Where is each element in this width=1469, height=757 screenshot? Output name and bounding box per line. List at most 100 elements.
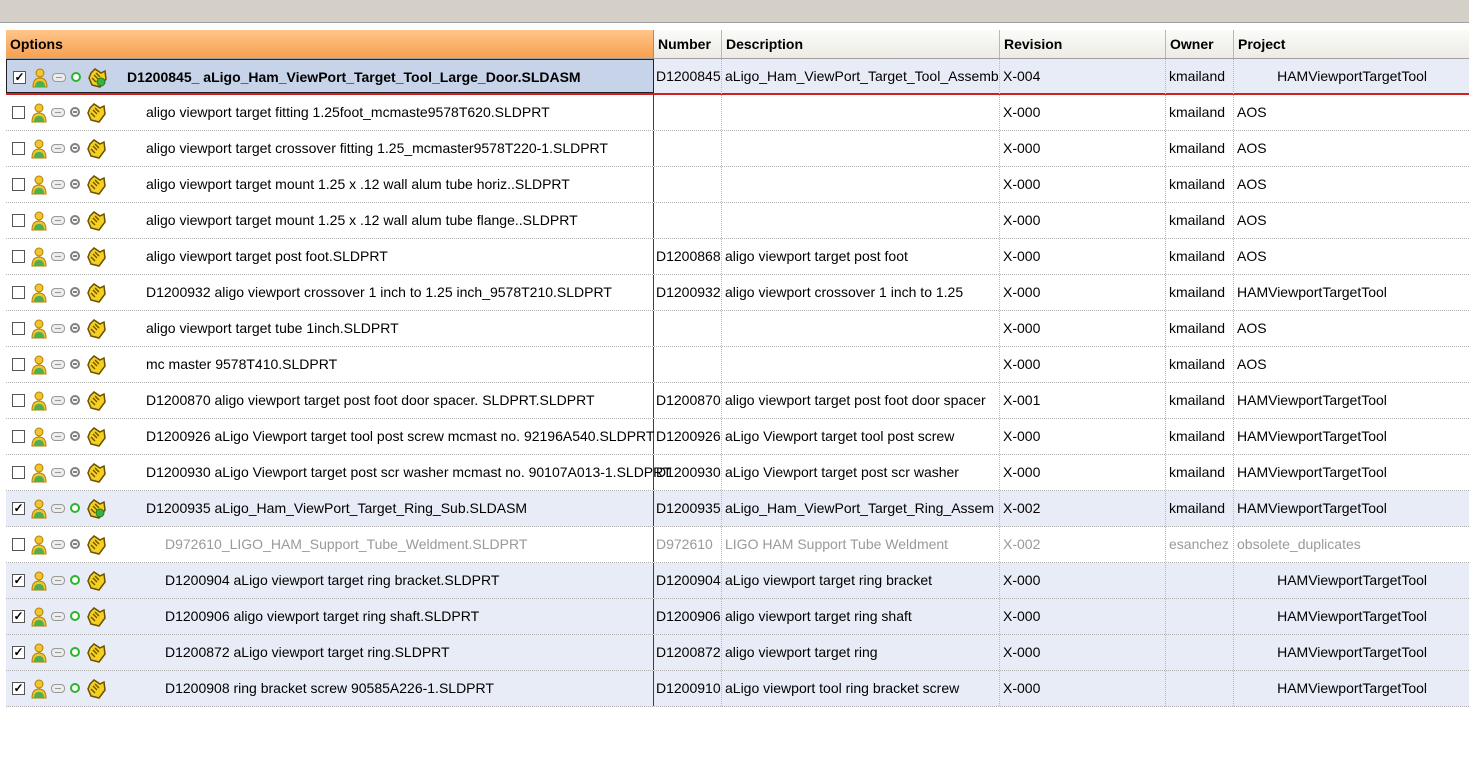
file-name[interactable]: D1200904 aLigo viewport target ring brac…: [165, 563, 499, 598]
table-row[interactable]: D972610_LIGO_HAM_Support_Tube_Weldment.S…: [6, 527, 1469, 563]
options-cell[interactable]: mc master 9578T410.SLDPRT: [6, 347, 654, 382]
comment-icon[interactable]: [51, 144, 65, 153]
row-checkbox[interactable]: [12, 178, 25, 191]
hand-icon: [85, 138, 107, 160]
options-cell[interactable]: aligo viewport target mount 1.25 x .12 w…: [6, 203, 654, 238]
table-row[interactable]: ✓ D1200935 aLigo_Ham_ViewPort_Target_Ring…: [6, 491, 1469, 527]
row-checkbox[interactable]: ✓: [13, 71, 26, 84]
table-row[interactable]: aligo viewport target crossover fitting …: [6, 131, 1469, 167]
file-name[interactable]: D1200926 aLigo Viewport target tool post…: [146, 419, 654, 454]
file-name[interactable]: D1200930 aLigo Viewport target post scr …: [146, 455, 672, 490]
table-row[interactable]: D1200930 aLigo Viewport target post scr …: [6, 455, 1469, 491]
file-name[interactable]: D1200935 aLigo_Ham_ViewPort_Target_Ring_…: [146, 491, 527, 526]
user-icon: [30, 139, 48, 159]
column-header-revision[interactable]: Revision: [1000, 30, 1166, 58]
comment-icon[interactable]: [51, 540, 65, 549]
table-row[interactable]: aligo viewport target fitting 1.25foot_m…: [6, 95, 1469, 131]
row-checkbox[interactable]: ✓: [12, 574, 25, 587]
row-checkbox[interactable]: [12, 538, 25, 551]
comment-icon[interactable]: [51, 396, 65, 405]
file-name[interactable]: aligo viewport target mount 1.25 x .12 w…: [146, 203, 578, 238]
table-row[interactable]: ✓ D1200904 aLigo viewport target ring bra…: [6, 563, 1469, 599]
table-row[interactable]: aligo viewport target mount 1.25 x .12 w…: [6, 167, 1469, 203]
row-checkbox[interactable]: [12, 322, 25, 335]
row-checkbox[interactable]: [12, 142, 25, 155]
file-name[interactable]: aligo viewport target post foot.SLDPRT: [146, 239, 388, 274]
table-row[interactable]: D1200932 aligo viewport crossover 1 inch…: [6, 275, 1469, 311]
options-cell[interactable]: ✓ D1200935 aLigo_Ham_ViewPort_Target_Ring…: [6, 491, 654, 526]
table-row[interactable]: aligo viewport target tube 1inch.SLDPRT X…: [6, 311, 1469, 347]
row-checkbox[interactable]: [12, 214, 25, 227]
row-checkbox[interactable]: ✓: [12, 646, 25, 659]
options-cell[interactable]: ✓ D1200872 aLigo viewport target ring.SLD…: [6, 635, 654, 670]
row-checkbox[interactable]: ✓: [12, 502, 25, 515]
options-cell[interactable]: D972610_LIGO_HAM_Support_Tube_Weldment.S…: [6, 527, 654, 562]
table-row[interactable]: D1200870 aligo viewport target post foot…: [6, 383, 1469, 419]
file-name[interactable]: D1200845_ aLigo_Ham_ViewPort_Target_Tool…: [127, 60, 581, 95]
column-header-description[interactable]: Description: [722, 30, 1000, 58]
comment-icon[interactable]: [51, 432, 65, 441]
description-cell: aligo viewport target ring: [722, 635, 1000, 670]
row-checkbox[interactable]: [12, 250, 25, 263]
table-row[interactable]: aligo viewport target post foot.SLDPRT D1…: [6, 239, 1469, 275]
table-row[interactable]: aligo viewport target mount 1.25 x .12 w…: [6, 203, 1469, 239]
table-row[interactable]: mc master 9578T410.SLDPRT X-000 kmailand AO…: [6, 347, 1469, 383]
table-row[interactable]: ✓ D1200845_ aLigo_Ham_ViewPort_Target_Too…: [6, 59, 1469, 95]
description-cell: [722, 95, 1000, 130]
options-cell[interactable]: D1200932 aligo viewport crossover 1 inch…: [6, 275, 654, 310]
row-checkbox[interactable]: [12, 466, 25, 479]
file-name[interactable]: aligo viewport target tube 1inch.SLDPRT: [146, 311, 399, 346]
file-name[interactable]: D972610_LIGO_HAM_Support_Tube_Weldment.S…: [165, 527, 527, 562]
row-checkbox[interactable]: [12, 106, 25, 119]
options-cell[interactable]: aligo viewport target tube 1inch.SLDPRT: [6, 311, 654, 346]
comment-icon[interactable]: [51, 684, 65, 693]
file-name[interactable]: aligo viewport target mount 1.25 x .12 w…: [146, 167, 570, 202]
options-cell[interactable]: ✓ D1200904 aLigo viewport target ring bra…: [6, 563, 654, 598]
table-row[interactable]: ✓ D1200906 aligo viewport target ring sha…: [6, 599, 1469, 635]
file-name[interactable]: D1200908 ring bracket screw 90585A226-1.…: [165, 671, 494, 706]
comment-icon[interactable]: [51, 612, 65, 621]
options-cell[interactable]: aligo viewport target mount 1.25 x .12 w…: [6, 167, 654, 202]
options-cell[interactable]: D1200870 aligo viewport target post foot…: [6, 383, 654, 418]
comment-icon[interactable]: [51, 504, 65, 513]
file-name[interactable]: D1200906 aligo viewport target ring shaf…: [165, 599, 479, 634]
options-cell[interactable]: ✓ D1200908 ring bracket screw 90585A226-1…: [6, 671, 654, 706]
options-cell[interactable]: ✓ D1200906 aligo viewport target ring sha…: [6, 599, 654, 634]
row-checkbox[interactable]: [12, 286, 25, 299]
comment-icon[interactable]: [52, 73, 66, 82]
file-name[interactable]: D1200870 aligo viewport target post foot…: [146, 383, 595, 418]
file-name[interactable]: aligo viewport target fitting 1.25foot_m…: [146, 95, 550, 130]
options-cell[interactable]: ✓ D1200845_ aLigo_Ham_ViewPort_Target_Too…: [6, 59, 654, 93]
row-checkbox[interactable]: ✓: [12, 610, 25, 623]
comment-icon[interactable]: [51, 288, 65, 297]
options-cell[interactable]: D1200926 aLigo Viewport target tool post…: [6, 419, 654, 454]
options-cell[interactable]: aligo viewport target crossover fitting …: [6, 131, 654, 166]
column-header-project[interactable]: Project: [1234, 30, 1469, 58]
column-header-number[interactable]: Number: [654, 30, 722, 58]
table-row[interactable]: ✓ D1200908 ring bracket screw 90585A226-1…: [6, 671, 1469, 707]
file-name[interactable]: aligo viewport target crossover fitting …: [146, 131, 608, 166]
options-cell[interactable]: aligo viewport target post foot.SLDPRT: [6, 239, 654, 274]
comment-icon[interactable]: [51, 576, 65, 585]
column-header-owner[interactable]: Owner: [1166, 30, 1234, 58]
comment-icon[interactable]: [51, 108, 65, 117]
file-name[interactable]: D1200872 aLigo viewport target ring.SLDP…: [165, 635, 450, 670]
column-header-options[interactable]: Options: [6, 30, 654, 58]
comment-icon[interactable]: [51, 324, 65, 333]
options-cell[interactable]: aligo viewport target fitting 1.25foot_m…: [6, 95, 654, 130]
comment-icon[interactable]: [51, 180, 65, 189]
comment-icon[interactable]: [51, 216, 65, 225]
row-checkbox[interactable]: ✓: [12, 682, 25, 695]
options-cell[interactable]: D1200930 aLigo Viewport target post scr …: [6, 455, 672, 490]
comment-icon[interactable]: [51, 468, 65, 477]
row-checkbox[interactable]: [12, 430, 25, 443]
table-row[interactable]: D1200926 aLigo Viewport target tool post…: [6, 419, 1469, 455]
file-name[interactable]: D1200932 aligo viewport crossover 1 inch…: [146, 275, 612, 310]
comment-icon[interactable]: [51, 648, 65, 657]
row-checkbox[interactable]: [12, 394, 25, 407]
table-row[interactable]: ✓ D1200872 aLigo viewport target ring.SLD…: [6, 635, 1469, 671]
comment-icon[interactable]: [51, 252, 65, 261]
comment-icon[interactable]: [51, 360, 65, 369]
row-checkbox[interactable]: [12, 358, 25, 371]
file-name[interactable]: mc master 9578T410.SLDPRT: [146, 347, 337, 382]
